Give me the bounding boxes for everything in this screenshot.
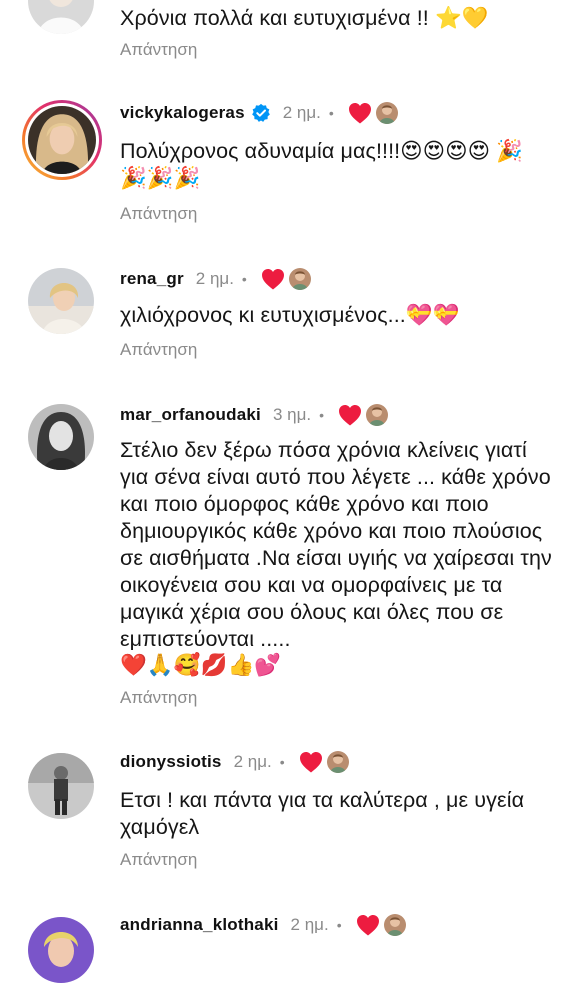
heart-icon[interactable] — [348, 102, 372, 124]
comment-meta: dionyssiotis 2 ημ. • — [120, 749, 351, 775]
verified-badge-icon — [251, 103, 271, 123]
username[interactable]: rena_gr — [120, 269, 184, 289]
comment-text: Χρόνια πολλά και ευτυχισμένα !! ⭐💛 — [120, 6, 489, 30]
username[interactable]: vickykalogeras — [120, 103, 245, 123]
separator-dot: • — [336, 917, 342, 933]
avatar[interactable] — [28, 404, 94, 470]
reply-button[interactable]: Απάντηση — [120, 850, 197, 870]
separator-dot: • — [279, 754, 285, 770]
comment-meta: mar_orfanoudaki 3 ημ. • — [120, 402, 390, 428]
reply-button[interactable]: Απάντηση — [120, 340, 197, 360]
timestamp: 2 ημ. — [282, 103, 321, 122]
heart-icon[interactable] — [338, 404, 362, 426]
creator-liked-avatar — [286, 266, 313, 292]
timestamp: 2 ημ. — [290, 915, 329, 934]
separator-dot: • — [319, 407, 324, 423]
comment-text: χιλιόχρονος κι ευτυχισμένος...💝💝 — [120, 303, 460, 327]
timestamp: 3 ημ. — [272, 405, 312, 424]
comment-text: Στέλιο δεν ξέρω πόσα χρόνια κλείνεις για… — [120, 438, 552, 651]
reply-button[interactable]: Απάντηση — [120, 40, 197, 60]
comment-meta: rena_gr 2 ημ. • — [120, 266, 313, 292]
reply-button[interactable]: Απάντηση — [120, 688, 197, 708]
reply-button[interactable]: Απάντηση — [120, 204, 197, 224]
heart-icon[interactable] — [356, 914, 380, 936]
timestamp: 2 ημ. — [195, 269, 234, 288]
username[interactable]: andrianna_klothaki — [120, 915, 279, 935]
comment-meta: vickykalogeras 2 ημ. • — [120, 100, 400, 126]
avatar[interactable] — [28, 917, 94, 983]
creator-liked-avatar — [373, 100, 400, 126]
username[interactable]: mar_orfanoudaki — [120, 405, 261, 425]
avatar[interactable] — [28, 268, 94, 334]
comment-text: Ετσι ! και πάντα για τα καλύτερα , με υγ… — [120, 788, 525, 839]
comment-emoji-line: ❤️🙏🥰💋👍💕 — [120, 653, 282, 677]
comment-text: Πολύχρονος αδυναμία μας!!!!😍😍😍😍 🎉🎉🎉🎉 — [120, 139, 524, 190]
creator-liked-avatar — [381, 912, 408, 938]
comment-meta: andrianna_klothaki 2 ημ. • — [120, 912, 408, 938]
username[interactable]: dionyssiotis — [120, 752, 222, 772]
avatar[interactable] — [22, 100, 102, 180]
creator-liked-avatar — [324, 749, 351, 775]
timestamp: 2 ημ. — [233, 752, 272, 771]
heart-icon[interactable] — [299, 751, 323, 773]
separator-dot: • — [328, 105, 334, 121]
heart-icon[interactable] — [261, 268, 285, 290]
avatar[interactable] — [28, 0, 94, 34]
avatar[interactable] — [28, 753, 94, 819]
separator-dot: • — [241, 271, 247, 287]
creator-liked-avatar — [364, 402, 390, 428]
